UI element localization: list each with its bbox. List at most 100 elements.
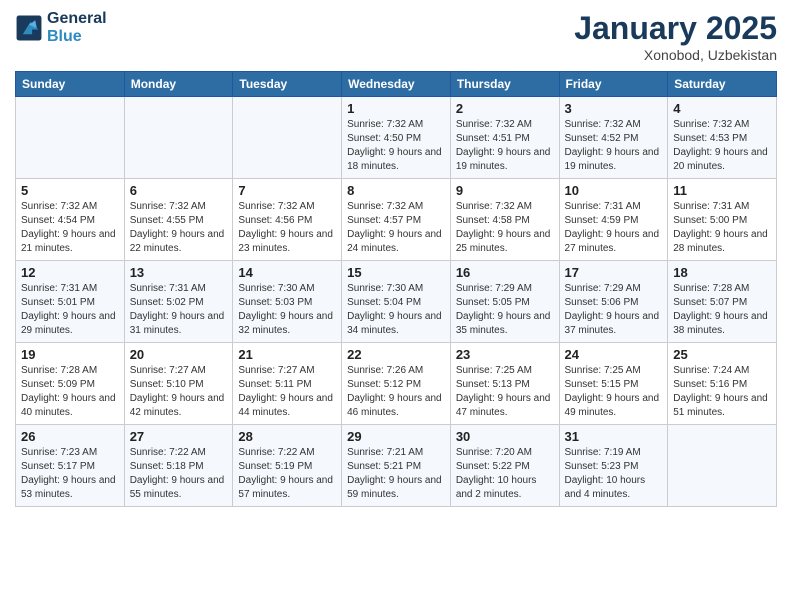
day-number: 14 [238, 265, 336, 280]
day-cell: 18 Sunrise: 7:28 AMSunset: 5:07 PMDayligh… [668, 261, 777, 343]
day-cell: 9 Sunrise: 7:32 AMSunset: 4:58 PMDaylight… [450, 179, 559, 261]
page: General Blue January 2025 Xonobod, Uzbek… [0, 0, 792, 522]
day-cell [124, 97, 233, 179]
day-cell: 27 Sunrise: 7:22 AMSunset: 5:18 PMDayligh… [124, 425, 233, 507]
day-number: 26 [21, 429, 119, 444]
day-cell [668, 425, 777, 507]
day-detail: Sunrise: 7:32 AMSunset: 4:52 PMDaylight:… [565, 118, 663, 174]
day-cell [16, 97, 125, 179]
day-detail: Sunrise: 7:27 AMSunset: 5:10 PMDaylight:… [130, 364, 228, 420]
day-cell: 3 Sunrise: 7:32 AMSunset: 4:52 PMDaylight… [559, 97, 668, 179]
day-detail: Sunrise: 7:28 AMSunset: 5:09 PMDaylight:… [21, 364, 119, 420]
day-detail: Sunrise: 7:24 AMSunset: 5:16 PMDaylight:… [673, 364, 771, 420]
weekday-header-monday: Monday [124, 72, 233, 97]
day-cell: 15 Sunrise: 7:30 AMSunset: 5:04 PMDayligh… [342, 261, 451, 343]
day-cell: 16Sunrise: 7:29 AMSunset: 5:05 PMDayligh… [450, 261, 559, 343]
weekday-header-wednesday: Wednesday [342, 72, 451, 97]
title-area: January 2025 Xonobod, Uzbekistan [574, 10, 777, 63]
day-cell: 26 Sunrise: 7:23 AMSunset: 5:17 PMDayligh… [16, 425, 125, 507]
day-detail: Sunrise: 7:22 AMSunset: 5:18 PMDaylight:… [130, 446, 228, 502]
day-number: 19 [21, 347, 119, 362]
day-cell: 2 Sunrise: 7:32 AMSunset: 4:51 PMDaylight… [450, 97, 559, 179]
day-cell: 21 Sunrise: 7:27 AMSunset: 5:11 PMDayligh… [233, 343, 342, 425]
day-detail: Sunrise: 7:29 AMSunset: 5:06 PMDaylight:… [565, 282, 663, 338]
day-cell: 29 Sunrise: 7:21 AMSunset: 5:21 PMDayligh… [342, 425, 451, 507]
day-detail: Sunrise: 7:23 AMSunset: 5:17 PMDaylight:… [21, 446, 119, 502]
day-number: 2 [456, 101, 554, 116]
day-number: 17 [565, 265, 663, 280]
weekday-header-saturday: Saturday [668, 72, 777, 97]
day-detail: Sunrise: 7:22 AMSunset: 5:19 PMDaylight:… [238, 446, 336, 502]
day-cell: 8 Sunrise: 7:32 AMSunset: 4:57 PMDaylight… [342, 179, 451, 261]
day-cell: 14Sunrise: 7:30 AMSunset: 5:03 PMDayligh… [233, 261, 342, 343]
day-cell: 23 Sunrise: 7:25 AMSunset: 5:13 PMDayligh… [450, 343, 559, 425]
day-number: 31 [565, 429, 663, 444]
day-number: 10 [565, 183, 663, 198]
day-cell: 17 Sunrise: 7:29 AMSunset: 5:06 PMDayligh… [559, 261, 668, 343]
day-number: 28 [238, 429, 336, 444]
day-detail: Sunrise: 7:32 AMSunset: 4:50 PMDaylight:… [347, 118, 445, 174]
day-number: 29 [347, 429, 445, 444]
day-number: 15 [347, 265, 445, 280]
day-cell: 13 Sunrise: 7:31 AMSunset: 5:02 PMDayligh… [124, 261, 233, 343]
day-detail: Sunrise: 7:32 AMSunset: 4:54 PMDaylight:… [21, 200, 119, 256]
day-number: 23 [456, 347, 554, 362]
calendar: SundayMondayTuesdayWednesdayThursdayFrid… [15, 71, 777, 507]
day-number: 22 [347, 347, 445, 362]
weekday-header-friday: Friday [559, 72, 668, 97]
day-cell [233, 97, 342, 179]
day-number: 9 [456, 183, 554, 198]
logo-area: General Blue [15, 10, 107, 45]
day-cell: 25 Sunrise: 7:24 AMSunset: 5:16 PMDayligh… [668, 343, 777, 425]
logo-icon [15, 14, 43, 42]
day-number: 8 [347, 183, 445, 198]
day-cell: 4Sunrise: 7:32 AMSunset: 4:53 PMDaylight… [668, 97, 777, 179]
day-detail: Sunrise: 7:31 AMSunset: 4:59 PMDaylight:… [565, 200, 663, 256]
day-number: 1 [347, 101, 445, 116]
weekday-header-tuesday: Tuesday [233, 72, 342, 97]
day-detail: Sunrise: 7:32 AMSunset: 4:51 PMDaylight:… [456, 118, 554, 174]
day-cell: 7Sunrise: 7:32 AMSunset: 4:56 PMDaylight… [233, 179, 342, 261]
day-number: 25 [673, 347, 771, 362]
day-detail: Sunrise: 7:32 AMSunset: 4:57 PMDaylight:… [347, 200, 445, 256]
header: General Blue January 2025 Xonobod, Uzbek… [15, 10, 777, 63]
day-detail: Sunrise: 7:32 AMSunset: 4:55 PMDaylight:… [130, 200, 228, 256]
day-cell: 12 Sunrise: 7:31 AMSunset: 5:01 PMDayligh… [16, 261, 125, 343]
day-cell: 1 Sunrise: 7:32 AMSunset: 4:50 PMDaylight… [342, 97, 451, 179]
day-detail: Sunrise: 7:32 AMSunset: 4:58 PMDaylight:… [456, 200, 554, 256]
day-detail: Sunrise: 7:28 AMSunset: 5:07 PMDaylight:… [673, 282, 771, 338]
day-number: 21 [238, 347, 336, 362]
month-title: January 2025 [574, 10, 777, 47]
day-cell: 10 Sunrise: 7:31 AMSunset: 4:59 PMDayligh… [559, 179, 668, 261]
day-detail: Sunrise: 7:31 AMSunset: 5:00 PMDaylight:… [673, 200, 771, 256]
day-detail: Sunrise: 7:25 AMSunset: 5:13 PMDaylight:… [456, 364, 554, 420]
day-cell: 22Sunrise: 7:26 AMSunset: 5:12 PMDayligh… [342, 343, 451, 425]
day-cell: 6Sunrise: 7:32 AMSunset: 4:55 PMDaylight… [124, 179, 233, 261]
day-number: 11 [673, 183, 771, 198]
day-detail: Sunrise: 7:30 AMSunset: 5:04 PMDaylight:… [347, 282, 445, 338]
week-row-2: 5 Sunrise: 7:32 AMSunset: 4:54 PMDaylight… [16, 179, 777, 261]
day-cell: 31Sunrise: 7:19 AMSunset: 5:23 PMDayligh… [559, 425, 668, 507]
day-detail: Sunrise: 7:31 AMSunset: 5:01 PMDaylight:… [21, 282, 119, 338]
day-detail: Sunrise: 7:25 AMSunset: 5:15 PMDaylight:… [565, 364, 663, 420]
day-number: 27 [130, 429, 228, 444]
day-cell: 30Sunrise: 7:20 AMSunset: 5:22 PMDayligh… [450, 425, 559, 507]
day-detail: Sunrise: 7:27 AMSunset: 5:11 PMDaylight:… [238, 364, 336, 420]
week-row-4: 19 Sunrise: 7:28 AMSunset: 5:09 PMDayligh… [16, 343, 777, 425]
day-number: 5 [21, 183, 119, 198]
location: Xonobod, Uzbekistan [574, 47, 777, 63]
day-number: 18 [673, 265, 771, 280]
weekday-header-sunday: Sunday [16, 72, 125, 97]
day-detail: Sunrise: 7:31 AMSunset: 5:02 PMDaylight:… [130, 282, 228, 338]
day-detail: Sunrise: 7:21 AMSunset: 5:21 PMDaylight:… [347, 446, 445, 502]
day-number: 16 [456, 265, 554, 280]
day-detail: Sunrise: 7:32 AMSunset: 4:53 PMDaylight:… [673, 118, 771, 174]
day-number: 20 [130, 347, 228, 362]
day-detail: Sunrise: 7:32 AMSunset: 4:56 PMDaylight:… [238, 200, 336, 256]
day-number: 13 [130, 265, 228, 280]
week-row-3: 12 Sunrise: 7:31 AMSunset: 5:01 PMDayligh… [16, 261, 777, 343]
weekday-header-row: SundayMondayTuesdayWednesdayThursdayFrid… [16, 72, 777, 97]
day-number: 3 [565, 101, 663, 116]
day-cell: 20 Sunrise: 7:27 AMSunset: 5:10 PMDayligh… [124, 343, 233, 425]
day-number: 12 [21, 265, 119, 280]
